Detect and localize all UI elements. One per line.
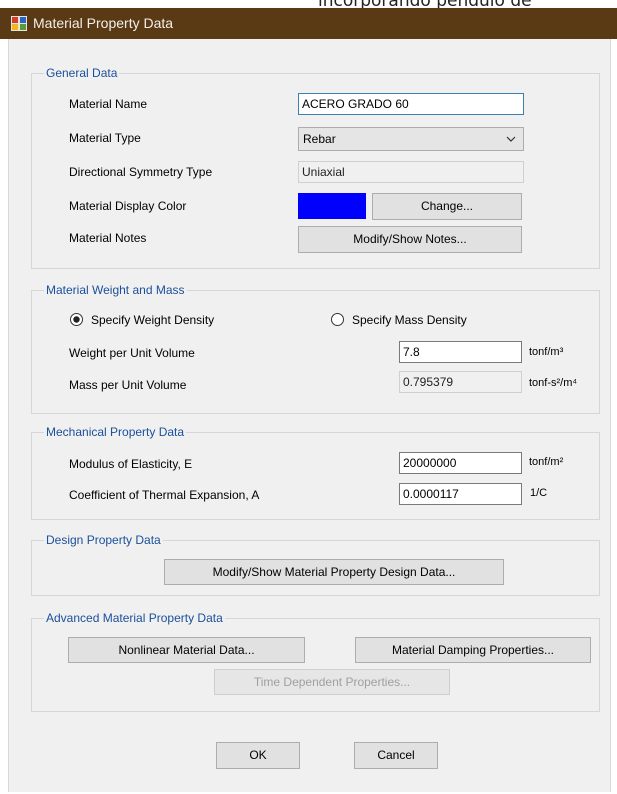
thermal-expansion-label: Coefficient of Thermal Expansion, A: [69, 488, 260, 502]
thermal-expansion-field[interactable]: 0.0000117: [399, 483, 522, 505]
modify-show-design-data-button[interactable]: Modify/Show Material Property Design Dat…: [164, 559, 504, 585]
mass-unit: tonf-s²/m⁴: [529, 377, 578, 389]
material-notes-label: Material Notes: [69, 231, 147, 245]
modulus-elasticity-label: Modulus of Elasticity, E: [69, 457, 193, 471]
weight-density-radio-label[interactable]: Specify Weight Density: [91, 313, 214, 327]
general-data-legend: General Data: [44, 66, 120, 81]
material-damping-properties-button[interactable]: Material Damping Properties...: [355, 637, 591, 663]
weight-mass-legend: Material Weight and Mass: [44, 283, 187, 298]
modulus-elasticity-field[interactable]: 20000000: [399, 452, 522, 474]
design-property-legend: Design Property Data: [44, 533, 163, 548]
material-type-dropdown[interactable]: Rebar: [298, 127, 524, 151]
weight-unit: tonf/m³: [529, 346, 564, 358]
mass-per-volume-field: 0.795379: [399, 371, 522, 393]
material-type-value: Rebar: [303, 132, 336, 146]
advanced-property-legend: Advanced Material Property Data: [44, 611, 225, 626]
directional-symmetry-label: Directional Symmetry Type: [69, 165, 213, 179]
weight-per-volume-label: Weight per Unit Volume: [69, 346, 195, 360]
time-dependent-properties-button: Time Dependent Properties...: [214, 669, 450, 695]
advanced-property-group: Advanced Material Property Data: [31, 611, 600, 712]
window-title: Material Property Data: [33, 15, 174, 31]
mass-per-volume-label: Mass per Unit Volume: [69, 378, 187, 392]
chevron-down-icon: [506, 136, 516, 142]
change-color-button[interactable]: Change...: [372, 193, 522, 220]
weight-per-volume-field[interactable]: 7.8: [399, 341, 522, 363]
directional-symmetry-field: Uniaxial: [298, 161, 524, 183]
material-type-label: Material Type: [69, 131, 141, 145]
material-name-label: Material Name: [69, 97, 148, 111]
mass-density-radio-label[interactable]: Specify Mass Density: [352, 313, 467, 327]
display-color-label: Material Display Color: [69, 199, 187, 213]
mechanical-property-group: Mechanical Property Data: [31, 425, 600, 520]
ok-button[interactable]: OK: [216, 742, 300, 769]
thermal-unit: 1/C: [530, 487, 548, 499]
app-icon: [11, 16, 27, 31]
weight-density-radio[interactable]: [70, 313, 83, 326]
modulus-unit: tonf/m²: [529, 456, 564, 468]
material-name-field[interactable]: ACERO GRADO 60: [298, 93, 524, 115]
cancel-button[interactable]: Cancel: [354, 742, 438, 769]
nonlinear-material-data-button[interactable]: Nonlinear Material Data...: [68, 637, 305, 663]
title-bar[interactable]: Material Property Data: [0, 8, 617, 39]
mechanical-property-legend: Mechanical Property Data: [44, 425, 187, 440]
display-color-swatch: [298, 193, 366, 219]
modify-show-notes-button[interactable]: Modify/Show Notes...: [298, 226, 522, 253]
mass-density-radio[interactable]: [331, 313, 344, 326]
